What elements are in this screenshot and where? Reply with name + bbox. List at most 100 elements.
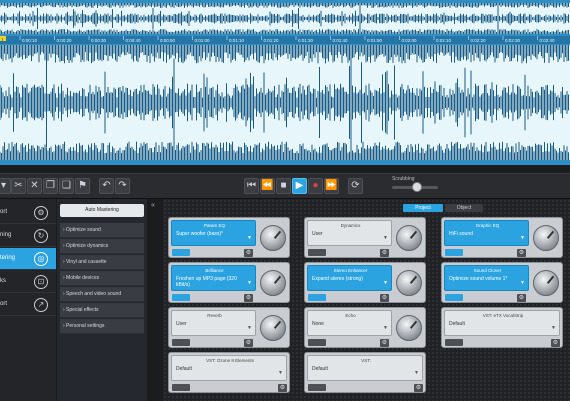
nav-label: ks xyxy=(0,278,6,284)
chevron-down-icon: ▼ xyxy=(247,235,252,241)
tab-project[interactable]: Project xyxy=(403,204,443,212)
effect-toggle[interactable] xyxy=(172,294,190,301)
effect-title: Stereo Enhancer xyxy=(333,268,368,273)
nav-item-export[interactable]: ort ⚙ xyxy=(0,202,56,224)
settings-gear-icon[interactable]: ⚙ xyxy=(278,384,287,392)
redo-button[interactable]: ↷ xyxy=(115,178,130,194)
undo-button[interactable]: ↶ xyxy=(99,178,114,194)
nav-item-tracks[interactable]: ks ⊡ xyxy=(0,271,56,293)
collapse-panel-button[interactable]: « xyxy=(151,202,155,209)
effect-toggle[interactable] xyxy=(172,339,190,346)
sub-item[interactable]: › Optimize sound xyxy=(60,223,144,238)
sub-item[interactable]: › Special effects xyxy=(60,303,144,318)
marker-button[interactable]: ⚑ xyxy=(75,178,90,194)
sub-item[interactable]: › Personal settings xyxy=(60,319,144,334)
effect-knob[interactable] xyxy=(260,315,286,341)
effect-toggle[interactable] xyxy=(308,339,326,346)
settings-gear-icon[interactable]: ⚙ xyxy=(517,249,526,257)
timeline-label: 0:00:20 xyxy=(57,38,73,43)
settings-gear-icon[interactable]: ⚙ xyxy=(551,339,560,347)
scrubbing-handle[interactable] xyxy=(412,182,422,192)
effect-toggle[interactable] xyxy=(308,249,326,256)
settings-gear-icon[interactable]: ⚙ xyxy=(244,249,253,257)
preset-select[interactable]: VST: eTX VocalStrip Default ▼ xyxy=(444,310,560,336)
effect-knob[interactable] xyxy=(396,315,422,341)
skip-start-button[interactable]: ⏮ xyxy=(244,178,259,194)
gear-icon: ⚙ xyxy=(34,206,48,220)
preset-select[interactable]: Graphic EQ HiFi sound ▼ xyxy=(444,220,529,246)
paste-button[interactable]: ❏ xyxy=(59,178,74,194)
settings-gear-icon[interactable]: ⚙ xyxy=(380,339,389,347)
auto-mastering-button[interactable]: Auto Mastering xyxy=(60,204,144,217)
effect-title: Param EQ xyxy=(203,223,225,228)
record-button[interactable]: ● xyxy=(308,178,323,194)
effect-toggle[interactable] xyxy=(308,294,326,301)
settings-gear-icon[interactable]: ⚙ xyxy=(380,294,389,302)
effect-title: Sound Cloner xyxy=(473,268,502,273)
split-button[interactable]: ✂ xyxy=(11,178,26,194)
preset-select[interactable]: Reverb User ▼ xyxy=(171,310,256,336)
effect-card: Dynamics User ▼ ⚙ xyxy=(304,217,426,258)
nav-item-mastering[interactable]: tering ◎ xyxy=(0,248,56,270)
preset-value: Expand stereo (strong) xyxy=(312,276,363,282)
preset-select[interactable]: VST: Default ▼ xyxy=(307,355,423,381)
settings-gear-icon[interactable]: ⚙ xyxy=(244,294,253,302)
preset-value: User xyxy=(312,231,323,237)
effect-knob[interactable] xyxy=(533,270,559,296)
settings-gear-icon[interactable]: ⚙ xyxy=(517,294,526,302)
sub-item[interactable]: › Speech and video sound xyxy=(60,287,144,302)
effect-toggle[interactable] xyxy=(445,339,463,346)
stop-button[interactable]: ■ xyxy=(276,178,291,194)
target-icon: ◎ xyxy=(34,252,48,266)
timeline-label: 0:01:40 xyxy=(333,38,349,43)
nav-label: ort xyxy=(0,301,8,307)
effect-knob[interactable] xyxy=(533,225,559,251)
preset-select[interactable]: Sound Cloner Optimize sound volume 1* ▼ xyxy=(444,265,529,291)
timeline-label: 0:00:10 xyxy=(22,38,38,43)
preset-select[interactable]: Echo None ▼ xyxy=(307,310,392,336)
nav-item-cleaning[interactable]: ning ↻ xyxy=(0,225,56,247)
sub-item[interactable]: › Optimize dynamics xyxy=(60,239,144,254)
chevron-down-icon: ▼ xyxy=(383,280,388,286)
effect-card: Graphic EQ HiFi sound ▼ ⚙ xyxy=(441,217,563,258)
next-button[interactable]: ⏩ xyxy=(324,178,339,194)
edit-menu-button[interactable]: ▾ xyxy=(0,178,11,194)
mastering-panel: Auto Mastering › Optimize sound › Optimi… xyxy=(57,199,147,401)
effect-knob[interactable] xyxy=(260,270,286,296)
preset-select[interactable]: VST: Ozone 8 Elements Default ▼ xyxy=(171,355,287,381)
timeline-label: 0:02:10 xyxy=(436,38,452,43)
preset-select[interactable]: Dynamics User ▼ xyxy=(307,220,392,246)
preset-select[interactable]: Brilliance Freshen up MP3 page (320 kBit/… xyxy=(171,265,256,291)
settings-gear-icon[interactable]: ⚙ xyxy=(414,384,423,392)
effect-toggle[interactable] xyxy=(445,294,463,301)
badge-icon: ⊡ xyxy=(34,275,48,289)
waveform-display[interactable]: 0:00:10 0:00:20 0:00:30 0:00:40 0:00:50 0:01:… xyxy=(0,0,570,165)
play-button[interactable]: ▶ xyxy=(292,178,307,194)
effect-toggle[interactable] xyxy=(445,249,463,256)
preset-value: Super woofer (bass)* xyxy=(176,231,223,237)
chevron-down-icon: ▼ xyxy=(414,370,419,376)
nav-item-export2[interactable]: ort ↗ xyxy=(0,294,56,316)
chevron-down-icon: ▼ xyxy=(551,325,556,331)
settings-gear-icon[interactable]: ⚙ xyxy=(380,249,389,257)
preset-value: Freshen up MP3 page (320 kBit/s) xyxy=(176,276,237,288)
prev-button[interactable]: ⏪ xyxy=(260,178,275,194)
effect-title: Reverb xyxy=(207,313,222,318)
sub-item[interactable]: › Vinyl and cassette xyxy=(60,255,144,270)
tab-object[interactable]: Object xyxy=(445,204,483,212)
preset-select[interactable]: Param EQ Super woofer (bass)* ▼ xyxy=(171,220,256,246)
preset-value: Default xyxy=(449,321,465,327)
sub-item[interactable]: › Mobile devices xyxy=(60,271,144,286)
delete-button[interactable]: ✕ xyxy=(27,178,42,194)
effect-knob[interactable] xyxy=(260,225,286,251)
effect-toggle[interactable] xyxy=(172,384,190,391)
copy-button[interactable]: ❐ xyxy=(43,178,58,194)
loop-button[interactable]: ⟳ xyxy=(348,178,363,194)
settings-gear-icon[interactable]: ⚙ xyxy=(244,339,253,347)
effect-toggle[interactable] xyxy=(172,249,190,256)
effect-knob[interactable] xyxy=(396,225,422,251)
effect-title: Graphic EQ xyxy=(475,223,500,228)
effect-toggle[interactable] xyxy=(308,384,326,391)
preset-select[interactable]: Stereo Enhancer Expand stereo (strong) ▼ xyxy=(307,265,392,291)
effect-knob[interactable] xyxy=(396,270,422,296)
